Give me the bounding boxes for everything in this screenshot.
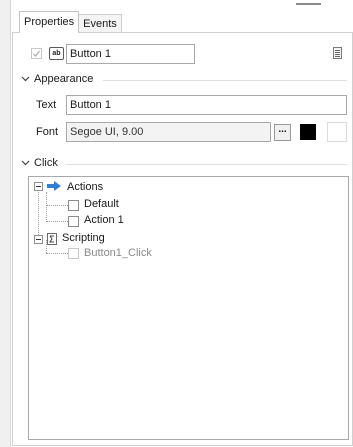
action1-checkbox[interactable] [68,216,79,227]
click-section-header[interactable]: Click [19,157,58,169]
chevron-down-icon [19,158,31,168]
tab-events[interactable]: Events [78,14,122,33]
top-handle [296,3,321,5]
checkbox-disabled-icon [31,48,42,59]
arrow-right-icon [46,180,64,195]
object-name-field[interactable]: Button 1 [66,44,195,64]
font-field[interactable]: Segoe UI, 9.00 [66,122,271,142]
tree-expander-minus-icon[interactable] [34,182,43,191]
tree-connector [46,192,47,222]
tree-node-actions[interactable]: Actions [67,181,103,193]
tree-connector [46,221,68,222]
chevron-down-icon [19,74,31,84]
tab-strip: Properties Events [19,11,122,33]
text-field[interactable]: Button 1 [66,95,347,115]
text-label: Text [36,99,57,111]
tree-node-action1[interactable]: Action 1 [84,214,124,226]
appearance-section-header[interactable]: Appearance [19,73,93,85]
script-icon [47,233,57,245]
object-enabled-checkbox[interactable] [31,48,42,59]
tree-node-default[interactable]: Default [84,198,119,210]
text-button-icon: ab [49,47,64,60]
default-checkbox[interactable] [68,200,79,211]
click-actions-tree[interactable]: Actions Default Action 1 Scripting Butto… [28,176,349,440]
appearance-section-title: Appearance [34,73,94,85]
background-color-swatch[interactable] [327,122,347,142]
handler-checkbox[interactable] [68,248,79,259]
tree-node-scripting[interactable]: Scripting [62,232,105,244]
tree-connector [46,253,68,254]
properties-page-icon[interactable] [333,47,342,59]
appearance-divider [103,80,347,81]
tree-node-button1-click[interactable]: Button1_Click [84,247,152,259]
font-color-swatch[interactable] [300,124,316,140]
left-edge-strip [0,0,11,447]
tree-expander-minus-icon[interactable] [34,235,43,244]
font-label: Font [36,126,59,138]
font-browse-button[interactable]: ... [274,124,291,141]
tree-connector [46,205,68,206]
tab-properties[interactable]: Properties [19,11,80,33]
click-divider [66,164,347,165]
tree-connector [38,192,39,237]
click-section-title: Click [34,157,58,169]
